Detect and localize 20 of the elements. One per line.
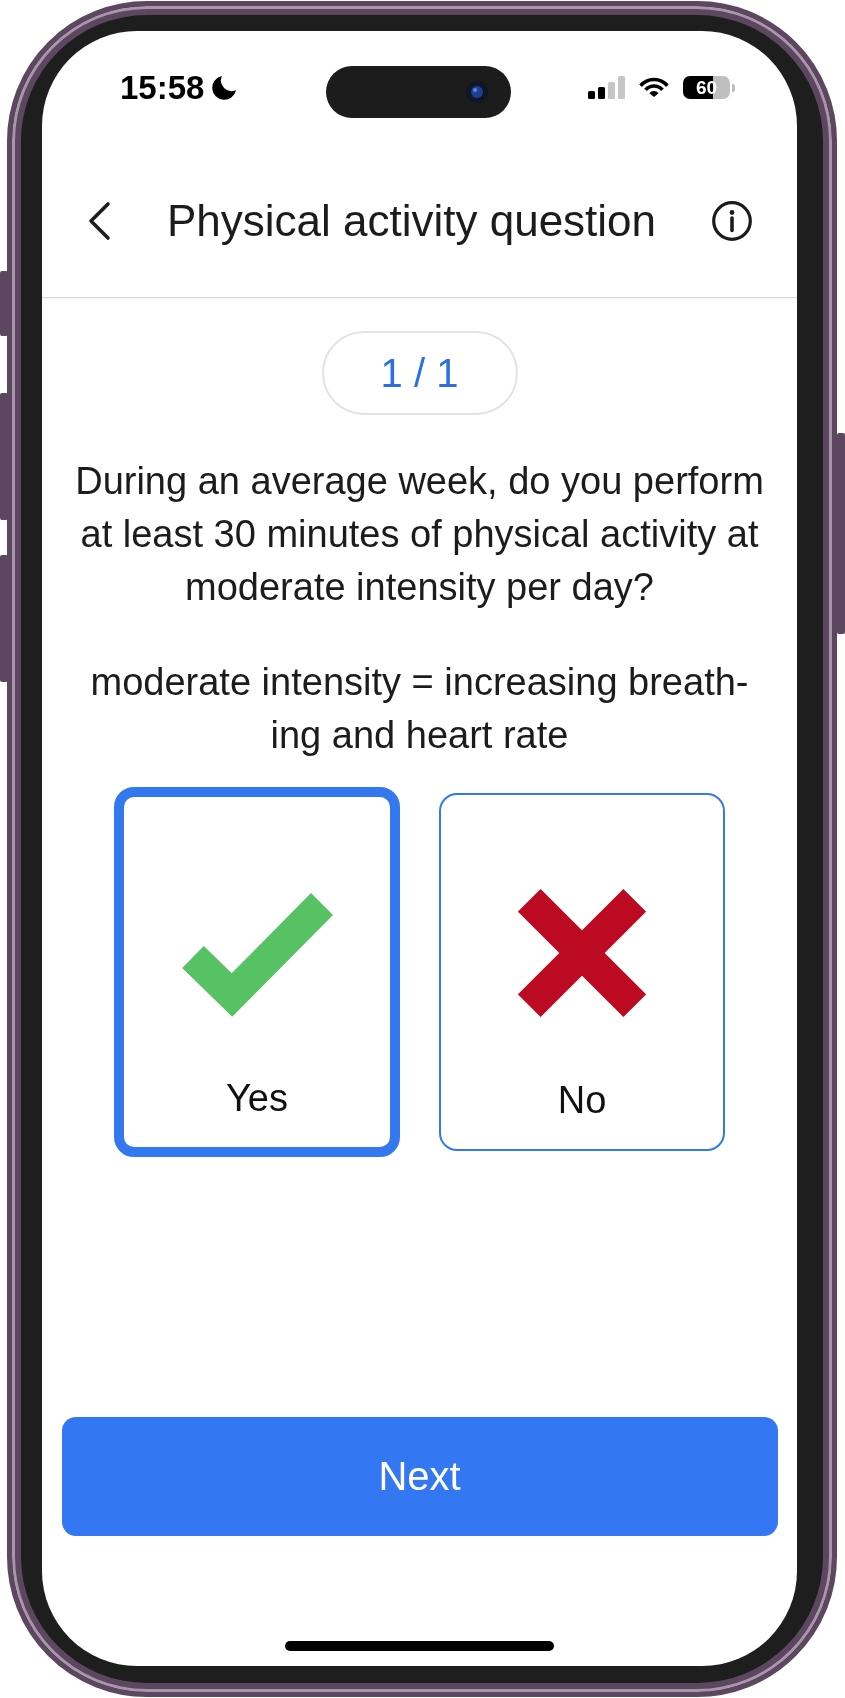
question-counter: 1 / 1 — [321, 331, 518, 415]
next-button[interactable]: Next — [61, 1416, 778, 1536]
status-time: 15:58 — [120, 68, 205, 107]
side-button[interactable] — [0, 393, 8, 520]
checkmark-icon — [181, 892, 333, 1018]
cross-icon — [518, 889, 646, 1017]
side-button[interactable] — [0, 555, 8, 682]
question-text: During an average week, do you perform at least 30 minutes of physical activity at moderate intensity per day? — [74, 459, 765, 610]
moon-icon — [212, 75, 238, 100]
screen-title: Physical activity question — [165, 195, 658, 247]
signal-icon — [588, 76, 625, 99]
side-button[interactable] — [0, 271, 8, 336]
answer-option[interactable]: Yes — [114, 787, 400, 1157]
side-button[interactable] — [837, 433, 845, 634]
wifi-icon — [639, 77, 669, 98]
back-icon[interactable] — [88, 201, 111, 241]
answer-option[interactable]: No — [439, 793, 725, 1151]
info-icon[interactable] — [712, 201, 752, 241]
camera-icon — [466, 81, 488, 103]
question-note: moderate intensity = increasing breath-ing and heart rate — [89, 660, 750, 758]
